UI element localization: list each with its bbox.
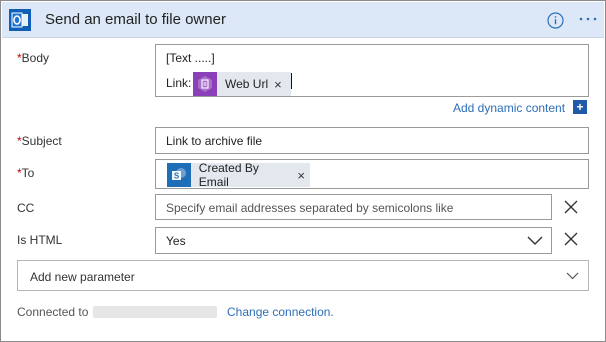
add-new-parameter-dropdown[interactable]: Add new parameter <box>17 260 589 291</box>
is-html-select[interactable]: Yes <box>155 227 552 254</box>
action-card: Send an email to file owner *Body [Text … <box>0 0 606 342</box>
web-url-token-label: Web Url <box>225 77 269 91</box>
connected-to-label: Connected to <box>17 305 89 319</box>
web-url-token[interactable]: Web Url × <box>193 72 291 96</box>
add-new-parameter-label: Add new parameter <box>30 270 135 284</box>
subject-label: *Subject <box>17 134 62 148</box>
body-label-text: Body <box>21 51 50 65</box>
close-icon[interactable] <box>564 200 578 214</box>
subject-label-text: Subject <box>21 134 62 148</box>
info-icon[interactable] <box>547 12 564 29</box>
remove-token-icon[interactable]: × <box>274 77 287 92</box>
cc-input[interactable]: Specify email addresses separated by sem… <box>155 194 552 220</box>
svg-text:S: S <box>174 172 180 181</box>
to-label: *To <box>17 166 34 180</box>
is-html-label: Is HTML <box>17 233 63 247</box>
subject-value: Link to archive file <box>166 134 263 148</box>
change-connection-link[interactable]: Change connection. <box>227 305 334 319</box>
connection-account-redacted <box>93 306 217 318</box>
created-by-email-token[interactable]: S Created By Email × <box>167 161 310 189</box>
document-icon <box>193 72 217 96</box>
plus-icon[interactable]: + <box>573 100 587 114</box>
cc-placeholder: Specify email addresses separated by sem… <box>166 201 454 215</box>
subject-input[interactable]: Link to archive file <box>155 127 589 154</box>
cc-label: CC <box>17 201 35 215</box>
body-link-prefix: Link: <box>166 76 192 90</box>
created-by-email-token-label: Created By Email <box>198 161 259 189</box>
is-html-value: Yes <box>166 234 186 248</box>
to-label-text: To <box>21 166 35 180</box>
action-header[interactable]: Send an email to file owner <box>2 2 604 38</box>
text-cursor <box>291 73 292 89</box>
action-title: Send an email to file owner <box>45 11 226 28</box>
sharepoint-icon: S <box>167 163 191 187</box>
close-icon[interactable] <box>564 232 578 246</box>
chevron-down-icon <box>566 272 579 280</box>
ellipsis-icon[interactable] <box>577 11 599 27</box>
chevron-down-icon <box>527 236 543 245</box>
add-dynamic-content-link[interactable]: Add dynamic content <box>453 101 565 115</box>
body-label: *Body <box>17 51 49 65</box>
remove-token-icon[interactable]: × <box>297 168 310 183</box>
outlook-icon <box>9 9 31 31</box>
body-line-1: [Text .....] <box>166 51 215 65</box>
